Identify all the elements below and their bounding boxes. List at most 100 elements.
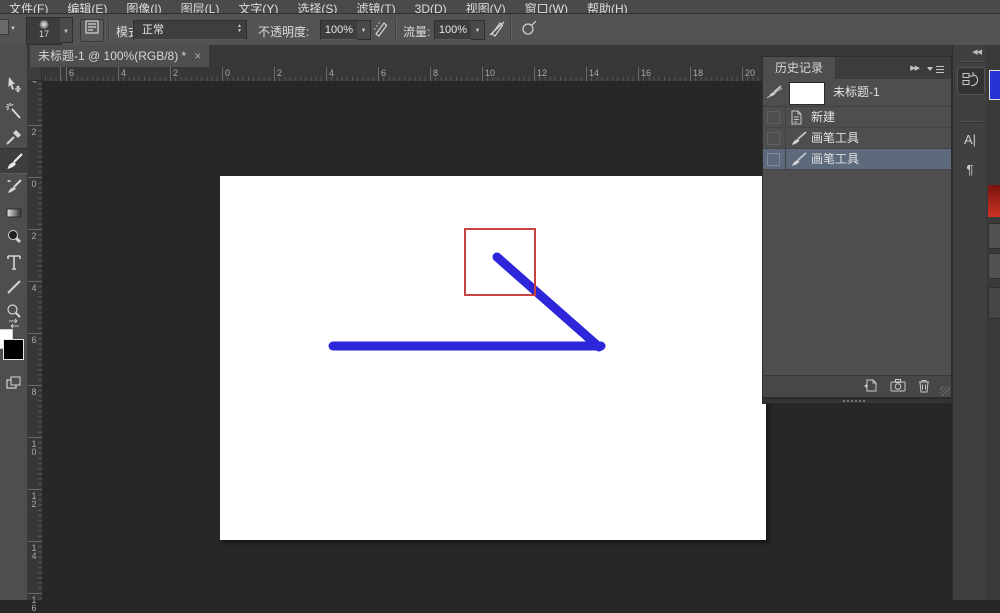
document-tab[interactable]: 未标题-1 @ 100%(RGB/8) * × [30,45,209,67]
options-separator [395,18,396,42]
toggle-brush-panel-button[interactable] [80,19,104,42]
new-document-from-state-button[interactable] [861,378,879,394]
collapse-dock-icon[interactable]: ◀◀ [972,48,981,58]
ruler-vertical[interactable]: 42024681 01 21 41 6 [28,81,43,600]
brush-icon [790,152,807,167]
history-panel: 历史记录 ▶▶ 未标题-1 新建画笔工具画笔工具 [762,56,952,398]
panel-menu-icon[interactable] [927,65,943,74]
canvas[interactable] [220,176,766,540]
tool-preset-icon[interactable] [0,19,9,35]
menu-item[interactable]: 图层(L) [172,1,230,14]
menu-item[interactable]: 3D(D) [406,1,457,14]
pressure-pen-icon [372,19,390,37]
menu-item[interactable]: 文件(F) [0,1,58,14]
trash-icon [917,378,931,393]
history-panel-header: 历史记录 ▶▶ [763,57,951,79]
menu-item[interactable]: 选择(S) [288,1,347,14]
snapshot-thumbnail [789,82,825,105]
brush-preset-picker[interactable]: 17 [26,17,62,45]
new-snapshot-button[interactable] [889,378,907,394]
sliver-list [988,287,1000,319]
menu-item[interactable]: 视图(V) [457,1,516,14]
foreground-color-swatch[interactable] [3,339,24,360]
airbrush-button[interactable] [486,19,508,40]
eyedropper-icon [5,128,23,146]
gradient-tool[interactable] [0,201,28,225]
line-tool-icon [5,278,23,296]
panel-drag-bar[interactable] [762,398,952,404]
paragraph-panel-dock-button[interactable]: ¶ [957,157,983,183]
eyedropper-tool[interactable] [0,125,28,149]
history-brush-well[interactable] [763,149,786,169]
menu-item[interactable]: 窗口(W) [516,1,578,14]
move-tool[interactable] [0,73,28,97]
menu-item[interactable]: 帮助(H) [578,1,638,14]
panel-resize-grip[interactable] [940,386,950,396]
ruler-label: 4 [29,284,39,292]
tool-preset-dropdown-icon[interactable]: ▼ [10,26,16,32]
history-brush-well[interactable] [763,128,786,148]
tab-close-icon[interactable]: × [194,49,201,63]
mixer-brush-tool[interactable] [0,175,28,199]
ruler-label: 12 [537,68,547,78]
dodge-tool[interactable] [0,225,28,249]
type-tool[interactable] [0,250,28,274]
menu-item[interactable]: 滤镜(T) [347,1,405,14]
history-panel-dock-button[interactable] [957,67,985,95]
drag-dots [843,400,845,402]
swap-colors-icon [7,318,21,329]
toolbar [0,45,28,600]
screen-mode-button[interactable] [0,371,28,395]
ruler-horizontal[interactable]: 64202468101214161820 [28,67,762,82]
menu-item[interactable]: 编辑(E) [58,1,117,14]
ruler-label: 2 [29,128,39,136]
pressure-opacity-button[interactable] [370,19,392,40]
type-tool-icon [5,253,23,271]
brush-size-value: 17 [27,29,61,39]
history-panel-tab[interactable]: 历史记录 [763,57,835,79]
color-ramp-red[interactable] [988,185,1000,217]
history-list: 新建画笔工具画笔工具 [763,107,951,170]
brush-tool[interactable] [0,148,28,174]
magic-wand-tool[interactable] [0,99,28,123]
dodge-tool-icon [5,228,23,246]
opacity-value-box[interactable]: 100% [320,20,358,40]
cutoff-panel-sliver [986,45,1000,600]
mode-select[interactable]: 正常 ▲▼ [133,20,247,40]
flow-value: 100% [439,24,467,36]
flow-value-box[interactable]: 100% [434,20,472,40]
delete-state-button[interactable] [915,378,933,394]
color-swatch-blue[interactable] [989,70,1000,100]
gradient-tool-icon [5,204,23,222]
flow-dropdown-icon[interactable]: ▼ [471,20,485,40]
menu-item[interactable]: 图像(I) [117,1,171,14]
brush-icon [790,131,807,146]
history-item-selected[interactable]: 画笔工具 [763,149,951,170]
menu-item[interactable]: 文字(Y) [229,1,288,14]
history-item[interactable]: 新建 [763,107,951,128]
menu-bar[interactable]: 文件(F)编辑(E)图像(I)图层(L)文字(Y)选择(S)滤镜(T)3D(D)… [0,0,1000,14]
character-panel-dock-button[interactable]: A| [957,127,983,153]
brush-stroke [497,257,599,347]
history-brush-well[interactable] [763,107,786,127]
sliver-button[interactable] [988,223,1000,249]
ruler-label: 4 [121,68,126,78]
smoothing-button[interactable] [518,19,540,40]
history-brush-source-icon[interactable] [766,85,784,101]
document-title: 未标题-1 @ 100%(RGB/8) * [38,49,186,63]
screen-mode-icon [5,374,23,392]
sliver-button[interactable] [988,253,1000,279]
options-separator [108,18,109,42]
collapse-panel-icon[interactable]: ▶▶ [910,64,919,72]
brush-preset-dropdown-icon[interactable]: ▼ [60,17,73,43]
line-tool[interactable] [0,275,28,299]
opacity-dropdown-icon[interactable]: ▼ [357,20,371,40]
history-panel-icon [962,72,980,89]
ruler-label: 0 [225,68,230,78]
ruler-label: 0 [29,180,39,188]
document-icon [790,110,803,125]
move-tool-icon [5,76,23,94]
history-snapshot-row[interactable]: 未标题-1 [763,79,951,107]
history-item[interactable]: 画笔工具 [763,128,951,149]
ruler-label: 6 [69,68,74,78]
